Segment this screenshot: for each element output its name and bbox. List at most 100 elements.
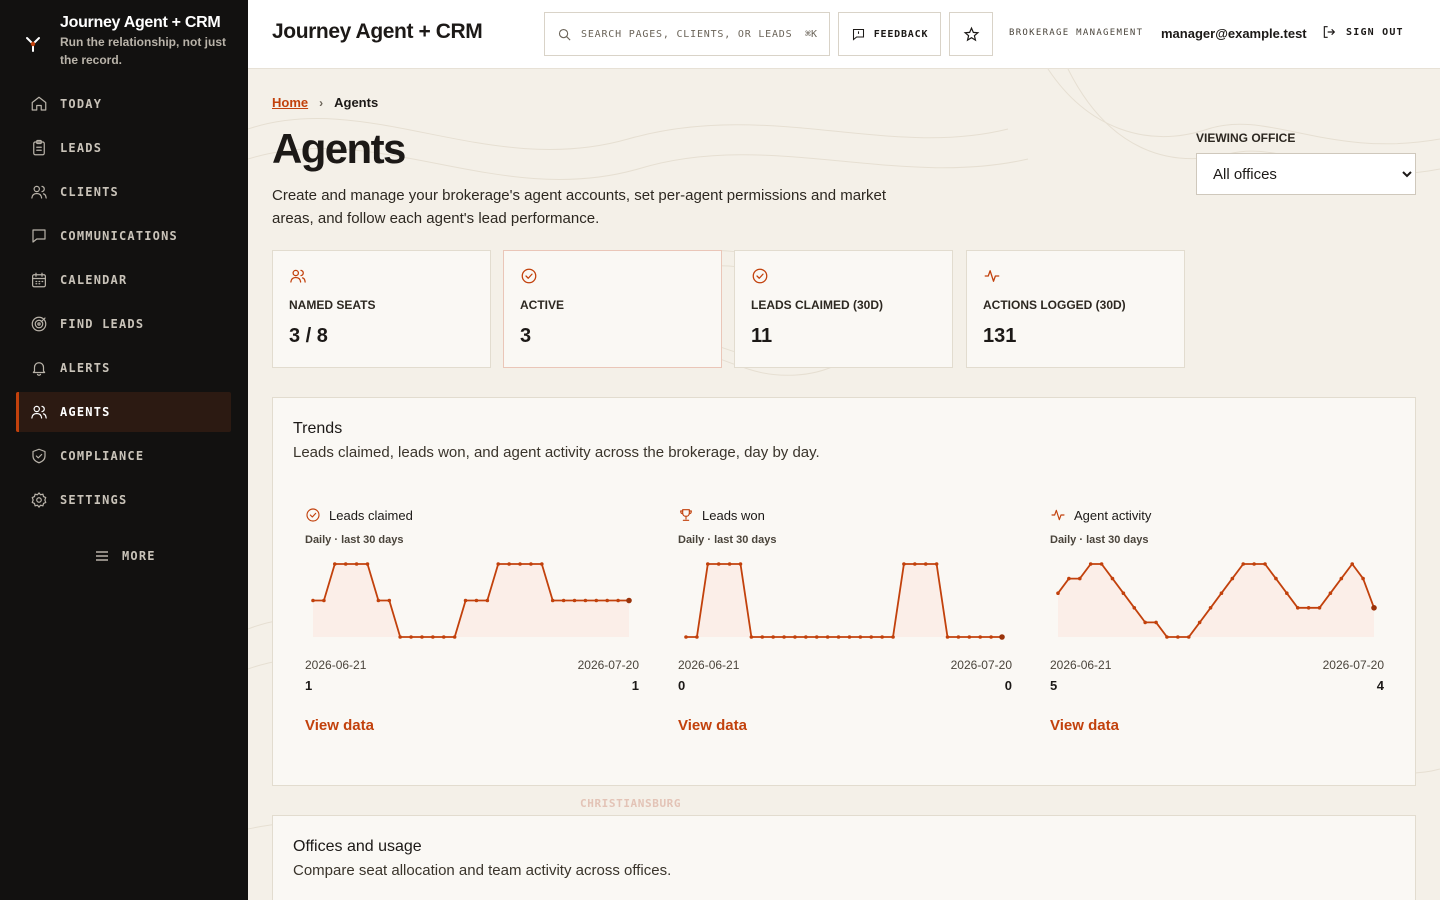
brand-title: Journey Agent + CRM	[60, 14, 221, 31]
data-point	[1219, 591, 1224, 595]
app-title: Journey Agent + CRM	[272, 20, 483, 43]
data-point	[1285, 591, 1289, 595]
more-label: MORE	[122, 549, 156, 563]
user-email: manager@example.test	[1161, 26, 1307, 41]
data-point	[365, 562, 370, 566]
feedback-icon	[852, 28, 864, 41]
check-circle-icon	[521, 268, 537, 284]
data-point	[1230, 576, 1235, 581]
data-point	[1371, 605, 1377, 611]
data-point	[727, 562, 732, 566]
data-point	[343, 562, 348, 566]
data-point	[902, 562, 906, 566]
office-select[interactable]: All offices	[1196, 153, 1416, 195]
data-point	[738, 562, 743, 566]
view-data-link[interactable]: View data	[678, 717, 747, 734]
sparkline-agent-activity	[1056, 562, 1377, 639]
brand[interactable]: Journey Agent + CRM Run the relationship…	[24, 13, 230, 69]
trends-title: Trends	[293, 420, 343, 437]
sidebar-item-find-leads[interactable]: FIND LEADS	[16, 304, 231, 344]
sidebar-item-calendar[interactable]: CALENDAR	[16, 260, 231, 300]
trend-end-date: 2026-07-20	[1322, 658, 1384, 672]
data-point	[561, 598, 566, 603]
sidebar-item-compliance[interactable]: COMPLIANCE	[16, 436, 231, 476]
stat-value: 3	[520, 325, 532, 347]
data-point	[387, 598, 392, 603]
sidebar-item-leads[interactable]: LEADS	[16, 128, 231, 168]
data-point	[814, 635, 819, 639]
stat-label: ACTIVE	[520, 298, 565, 312]
data-point	[967, 635, 972, 639]
offices-subtitle: Compare seat allocation and team activit…	[293, 862, 672, 879]
data-point	[825, 635, 830, 639]
sparkline-area	[686, 564, 1002, 637]
trend-start-date: 2026-06-21	[678, 658, 740, 672]
breadcrumb-home-link[interactable]: Home	[272, 95, 308, 110]
sidebar-item-communications[interactable]: COMMUNICATIONS	[16, 216, 231, 256]
view-data-link[interactable]: View data	[305, 717, 374, 734]
search-shortcut: ⌘K	[804, 28, 817, 40]
data-point	[1274, 576, 1278, 581]
trend-end-date: 2026-07-20	[577, 658, 639, 672]
trend-end-date: 2026-07-20	[950, 658, 1012, 672]
data-point	[880, 635, 884, 639]
data-point	[496, 562, 501, 566]
sidebar-item-agents[interactable]: AGENTS	[16, 392, 231, 432]
data-point	[684, 635, 688, 639]
data-point	[1143, 620, 1147, 625]
data-point	[354, 562, 359, 566]
data-point	[913, 562, 917, 566]
users-icon	[31, 405, 47, 419]
more-button[interactable]: MORE	[94, 548, 156, 564]
search-input[interactable]	[581, 28, 793, 40]
data-point	[626, 597, 632, 604]
trend-agent-activity: Agent activity Daily · last 30 days 2026…	[1050, 507, 1384, 735]
data-point	[431, 635, 435, 639]
shield-icon	[32, 448, 46, 464]
data-point	[441, 635, 446, 639]
data-point	[695, 635, 699, 639]
data-point	[540, 562, 544, 566]
trend-last-value: 0	[1004, 678, 1012, 693]
trend-title: Agent activity	[1074, 507, 1152, 523]
feedback-label: FEEDBACK	[873, 28, 929, 40]
favorite-button[interactable]	[949, 12, 993, 56]
logo-icon	[26, 37, 40, 52]
topbar: Journey Agent + CRM ⌘K FEEDBACK BROKERAG…	[248, 0, 1440, 69]
sign-out-button[interactable]: SIGN OUT	[1321, 24, 1404, 40]
data-point	[956, 635, 961, 639]
office-filter-label: VIEWING OFFICE	[1196, 131, 1296, 145]
sidebar-item-alerts[interactable]: ALERTS	[16, 348, 231, 388]
search-box[interactable]: ⌘K	[544, 12, 830, 56]
data-point	[999, 634, 1005, 640]
data-point	[1306, 606, 1311, 610]
sidebar-item-settings[interactable]: SETTINGS	[16, 480, 231, 520]
data-point	[1328, 591, 1333, 595]
data-point	[858, 635, 863, 639]
sparkline-leads-claimed	[311, 562, 632, 639]
data-point	[782, 635, 786, 639]
feedback-button[interactable]: FEEDBACK	[838, 12, 941, 56]
trend-first-value: 1	[305, 678, 313, 693]
sidebar-item-today[interactable]: TODAY	[16, 84, 231, 124]
data-point	[760, 635, 765, 639]
trends-panel: Trends Leads claimed, leads won, and age…	[272, 397, 1416, 786]
data-point	[1056, 591, 1060, 595]
stat-label: LEADS CLAIMED (30D)	[751, 298, 884, 312]
sidebar-nav: TODAY LEADS CLIENTS COMMUNICATIONS CALEN…	[16, 84, 231, 524]
data-point	[923, 562, 928, 566]
data-point	[1197, 620, 1202, 625]
sign-out-label: SIGN OUT	[1346, 26, 1404, 38]
trend-leads-claimed: Leads claimed Daily · last 30 days 2026-…	[305, 507, 639, 735]
message-icon	[32, 229, 46, 243]
sidebar-item-clients[interactable]: CLIENTS	[16, 172, 231, 212]
sidebar-item-label: LEADS	[60, 141, 103, 155]
stat-value: 11	[751, 325, 773, 347]
data-point	[332, 562, 337, 566]
stat-card-actions-logged: ACTIONS LOGGED (30D) 131	[966, 250, 1185, 368]
data-point	[945, 635, 950, 639]
view-data-link[interactable]: View data	[1050, 717, 1119, 734]
data-point	[529, 562, 533, 566]
trend-period: Daily · last 30 days	[1050, 534, 1149, 546]
data-point	[1154, 620, 1158, 625]
